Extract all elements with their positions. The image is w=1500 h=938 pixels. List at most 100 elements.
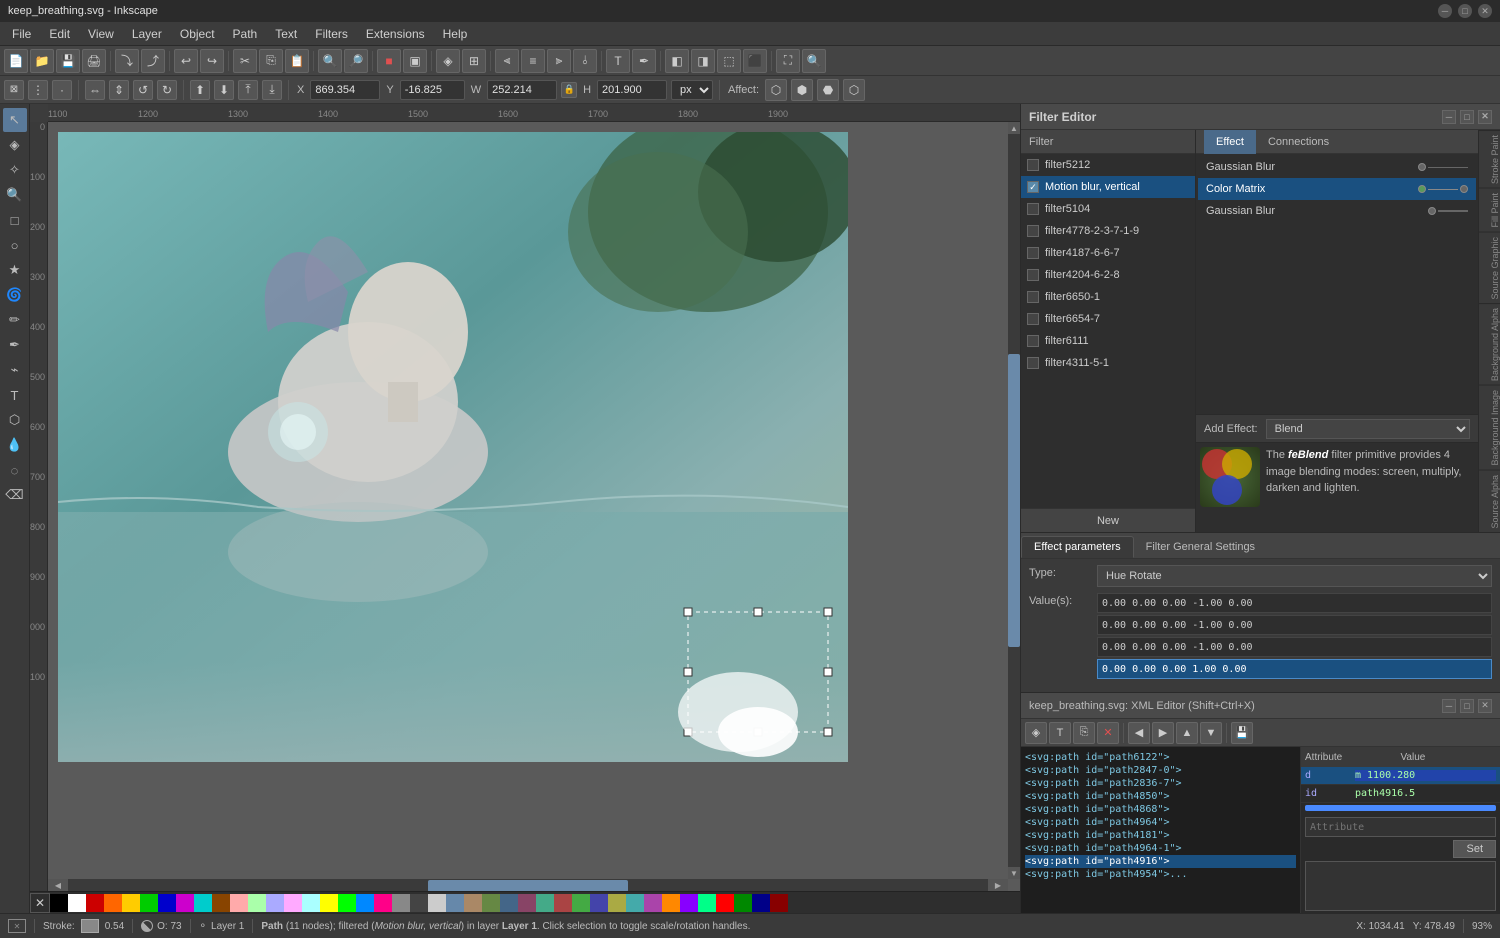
menu-view[interactable]: View — [80, 25, 122, 43]
view-option2[interactable]: ◨ — [691, 49, 715, 73]
view-option1[interactable]: ◧ — [665, 49, 689, 73]
to-top-button[interactable]: ⤒ — [238, 80, 258, 100]
close-button[interactable]: ✕ — [1478, 4, 1492, 18]
distribute-button[interactable]: ⫰ — [573, 49, 597, 73]
filter-check-5212[interactable] — [1027, 159, 1039, 171]
zoom-tool-button[interactable]: 🔍 — [802, 49, 826, 73]
xml-node-2847[interactable]: <svg:path id="path2847-0"> — [1025, 764, 1296, 777]
gradient-tool[interactable]: ⬡ — [3, 408, 27, 432]
rotate-ccw[interactable]: ↺ — [133, 80, 153, 100]
menu-help[interactable]: Help — [435, 25, 476, 43]
eraser-tool[interactable]: ⌫ — [3, 483, 27, 507]
effect-tab[interactable]: Effect — [1204, 130, 1256, 154]
rect-tool[interactable]: □ — [3, 208, 27, 232]
menu-object[interactable]: Object — [172, 25, 223, 43]
filter-check-6650[interactable] — [1027, 291, 1039, 303]
filter-item-6650[interactable]: filter6650-1 — [1021, 286, 1195, 308]
scroll-thumb[interactable] — [1008, 354, 1020, 647]
filter-item-4187[interactable]: filter4187-6-6-7 — [1021, 242, 1195, 264]
minimize-button[interactable]: ─ — [1438, 4, 1452, 18]
filter-item-4204[interactable]: filter4204-6-2-8 — [1021, 264, 1195, 286]
menu-extensions[interactable]: Extensions — [358, 25, 433, 43]
connections-tab[interactable]: Connections — [1256, 130, 1341, 154]
color-darkgreen[interactable] — [572, 894, 590, 912]
effect-gaussian-blur-1[interactable]: Gaussian Blur — [1198, 156, 1476, 178]
affect1[interactable]: ⬡ — [765, 79, 787, 101]
scroll-track[interactable] — [1008, 134, 1020, 867]
new-button[interactable]: 📄 — [4, 49, 28, 73]
filter-item-6111[interactable]: filter6111 — [1021, 330, 1195, 352]
filter-new-button[interactable]: New — [1021, 508, 1195, 532]
filter-check-motion[interactable]: ✓ — [1027, 181, 1039, 193]
align-left-button[interactable]: ⫷ — [495, 49, 519, 73]
xml-minimize[interactable]: ─ — [1442, 699, 1456, 713]
raise-button[interactable]: ⬆ — [190, 80, 210, 100]
no-color-button[interactable]: ✕ — [30, 893, 50, 913]
fullscreen-button[interactable]: ⛶ — [776, 49, 800, 73]
xml-duplicate[interactable]: ⎘ — [1073, 722, 1095, 744]
xml-node-4964-1[interactable]: <svg:path id="path4964-1"> — [1025, 842, 1296, 855]
copy-button[interactable]: ⎘ — [259, 49, 283, 73]
value-row-3[interactable]: 0.00 0.00 0.00 -1.00 0.00 — [1097, 637, 1492, 657]
params-tab-effect[interactable]: Effect parameters — [1021, 536, 1134, 558]
pencil-tool[interactable]: ✏ — [3, 308, 27, 332]
print-button[interactable]: 🖨 — [82, 49, 106, 73]
affect2[interactable]: ⬢ — [791, 79, 813, 101]
color-brightgreen[interactable] — [338, 894, 356, 912]
value-row-2[interactable]: 0.00 0.00 0.00 -1.00 0.00 — [1097, 615, 1492, 635]
color-purple[interactable] — [176, 894, 194, 912]
xml-node-4954[interactable]: <svg:path id="path4954">... — [1025, 868, 1296, 881]
affect3[interactable]: ⬣ — [817, 79, 839, 101]
open-button[interactable]: 📁 — [30, 49, 54, 73]
color-darkcyan[interactable] — [626, 894, 644, 912]
export-button[interactable]: ⤴ — [141, 49, 165, 73]
fe-maximize[interactable]: □ — [1460, 110, 1474, 124]
value-row-4[interactable]: 0.00 0.00 0.00 1.00 0.00 — [1097, 659, 1492, 679]
xml-node-6122[interactable]: <svg:path id="path6122"> — [1025, 751, 1296, 764]
xml-save-node[interactable]: 💾 — [1231, 722, 1253, 744]
menu-path[interactable]: Path — [225, 25, 266, 43]
save-button[interactable]: 💾 — [56, 49, 80, 73]
canvas-container[interactable]: ▲ ▼ ◀ ▶ — [48, 122, 1020, 891]
affect4[interactable]: ⬡ — [843, 79, 865, 101]
x-input[interactable] — [310, 80, 380, 100]
color-amber[interactable] — [662, 894, 680, 912]
color-lightgray[interactable] — [428, 894, 446, 912]
color-darkpurple[interactable] — [644, 894, 662, 912]
hscroll-track[interactable] — [68, 879, 988, 891]
filter-item-motion-blur[interactable]: ✓ Motion blur, vertical — [1021, 176, 1195, 198]
effect-gaussian-blur-2[interactable]: Gaussian Blur — [1198, 200, 1476, 222]
redo-button[interactable]: ↪ — [200, 49, 224, 73]
zoom-out-button[interactable]: 🔎 — [344, 49, 368, 73]
maximize-button[interactable]: □ — [1458, 4, 1472, 18]
import-button[interactable]: ⤵ — [115, 49, 139, 73]
to-bottom-button[interactable]: ⤓ — [262, 80, 282, 100]
zoom-tool[interactable]: 🔍 — [3, 183, 27, 207]
cut-button[interactable]: ✂ — [233, 49, 257, 73]
color-darkred[interactable] — [554, 894, 572, 912]
scroll-down-arrow[interactable]: ▼ — [1008, 867, 1020, 879]
hscroll-right[interactable]: ▶ — [988, 879, 1008, 891]
color-red[interactable] — [86, 894, 104, 912]
color-springgreen[interactable] — [698, 894, 716, 912]
xml-node-4868[interactable]: <svg:path id="path4868"> — [1025, 803, 1296, 816]
h-input[interactable] — [597, 80, 667, 100]
tweak-tool[interactable]: ✧ — [3, 158, 27, 182]
xml-move-down[interactable]: ▼ — [1200, 722, 1222, 744]
params-tab-filter[interactable]: Filter General Settings — [1134, 536, 1267, 558]
color-olive[interactable] — [482, 894, 500, 912]
menu-layer[interactable]: Layer — [124, 25, 170, 43]
fe-close[interactable]: ✕ — [1478, 110, 1492, 124]
xml-value-textarea[interactable] — [1305, 861, 1496, 911]
color-teal[interactable] — [536, 894, 554, 912]
align-center-button[interactable]: ≡ — [521, 49, 545, 73]
spray-tool[interactable]: ◌ — [3, 458, 27, 482]
xml-indent[interactable]: ▶ — [1152, 722, 1174, 744]
snap-toggle2[interactable]: · — [52, 80, 72, 100]
fe-minimize[interactable]: ─ — [1442, 110, 1456, 124]
color-orange[interactable] — [104, 894, 122, 912]
color-darkblue[interactable] — [590, 894, 608, 912]
color-mauve[interactable] — [518, 894, 536, 912]
zoom-in-button[interactable]: 🔍 — [318, 49, 342, 73]
xml-attr-input[interactable] — [1305, 817, 1496, 837]
